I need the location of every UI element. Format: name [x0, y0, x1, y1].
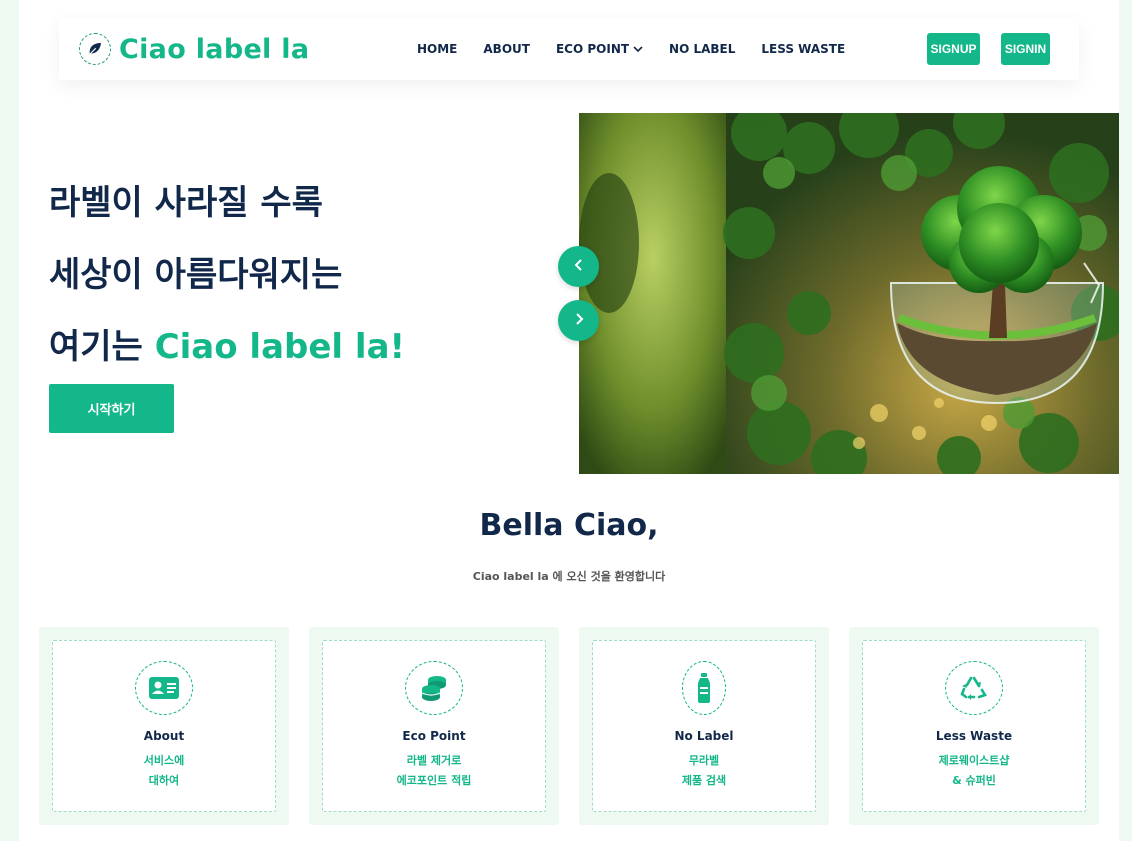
card-less-waste-desc: 제로웨이스트샵 & 슈퍼빈 — [939, 751, 1010, 791]
welcome-title: Bella Ciao, — [479, 508, 659, 543]
hero-line-1: 라벨이 사라질 수록 — [49, 183, 323, 223]
recycle-icon — [945, 661, 1003, 715]
card-about-title: About — [143, 729, 185, 743]
main-menu: HOME ABOUT ECO POINT NO LABEL LESS WASTE — [417, 18, 871, 80]
auth-buttons: SIGNUP SIGNIN — [906, 33, 1050, 65]
card-less-waste[interactable]: Less Waste 제로웨이스트샵 & 슈퍼빈 — [849, 627, 1099, 825]
hero-carousel-image — [579, 113, 1119, 474]
page: Ciao label la HOME ABOUT ECO POINT NO LA… — [19, 0, 1119, 841]
card-eco-point-title: Eco Point — [402, 729, 466, 743]
card-eco-point-desc-line-2: 에코포인트 적립 — [396, 774, 472, 787]
nav-about[interactable]: ABOUT — [483, 42, 530, 56]
feature-cards: About 서비스에 대하여 Eco Point 라벨 제거로 에코포인트 적립… — [39, 627, 1119, 825]
bottle-icon — [682, 661, 726, 715]
card-eco-point[interactable]: Eco Point 라벨 제거로 에코포인트 적립 — [309, 627, 559, 825]
card-no-label-desc: 무라벨 제품 검색 — [682, 751, 726, 791]
card-no-label[interactable]: No Label 무라벨 제품 검색 — [579, 627, 829, 825]
card-eco-point-desc-line-1: 라벨 제거로 — [406, 754, 462, 767]
start-button[interactable]: 시작하기 — [49, 384, 174, 433]
hero-line-3-prefix: 여기는 — [49, 327, 155, 367]
card-about-desc-line-1: 서비스에 — [143, 754, 185, 767]
chevron-down-icon — [633, 45, 643, 53]
card-no-label-title: No Label — [674, 729, 734, 743]
card-eco-point-desc: 라벨 제거로 에코포인트 적립 — [397, 751, 472, 791]
signup-button[interactable]: SIGNUP — [927, 33, 980, 65]
nav-no-label[interactable]: NO LABEL — [669, 42, 735, 56]
signin-button[interactable]: SIGNIN — [1001, 33, 1050, 65]
nav-less-waste[interactable]: LESS WASTE — [761, 42, 845, 56]
chevron-left-icon — [573, 258, 585, 275]
card-less-waste-inner: Less Waste 제로웨이스트샵 & 슈퍼빈 — [862, 640, 1086, 812]
welcome-subtitle: Ciao label la 에 오신 것을 환영합니다 — [472, 570, 666, 583]
card-about-desc: 서비스에 대하여 — [144, 751, 184, 791]
card-about-inner: About 서비스에 대하여 — [52, 640, 276, 812]
card-no-label-inner: No Label 무라벨 제품 검색 — [592, 640, 816, 812]
navbar: Ciao label la HOME ABOUT ECO POINT NO LA… — [59, 18, 1079, 80]
nav-home[interactable]: HOME — [417, 42, 457, 56]
nav-eco-point[interactable]: ECO POINT — [556, 42, 643, 56]
card-less-waste-desc-line-2: & 슈퍼빈 — [952, 774, 996, 787]
hero-line-2: 세상이 아름다워지는 — [49, 255, 343, 295]
card-less-waste-title: Less Waste — [935, 729, 1013, 743]
slider-prev-button[interactable] — [558, 246, 599, 287]
card-less-waste-desc-line-1: 제로웨이스트샵 — [938, 754, 1010, 767]
hero-line-3: 여기는 Ciao label la! — [49, 320, 405, 392]
chevron-right-icon — [573, 312, 585, 329]
hero-heading: 라벨이 사라질 수록 세상이 아름다워지는 여기는 Ciao label la! — [49, 176, 405, 392]
brand-logo[interactable]: Ciao label la — [79, 33, 309, 65]
card-about-desc-line-2: 대하여 — [148, 774, 180, 787]
brand-name: Ciao label la — [119, 33, 310, 65]
card-about[interactable]: About 서비스에 대하여 — [39, 627, 289, 825]
id-card-icon — [135, 661, 193, 715]
card-eco-point-inner: Eco Point 라벨 제거로 에코포인트 적립 — [322, 640, 546, 812]
coins-icon — [405, 661, 463, 715]
hero-line-3-accent: Ciao label la! — [154, 327, 406, 367]
leaf-icon — [79, 33, 111, 65]
nav-eco-point-label: ECO POINT — [555, 42, 630, 56]
card-no-label-desc-line-2: 제품 검색 — [681, 774, 727, 787]
card-no-label-desc-line-1: 무라벨 — [688, 754, 720, 767]
tree-in-glass-image — [579, 113, 1119, 474]
slider-next-button[interactable] — [558, 300, 599, 341]
